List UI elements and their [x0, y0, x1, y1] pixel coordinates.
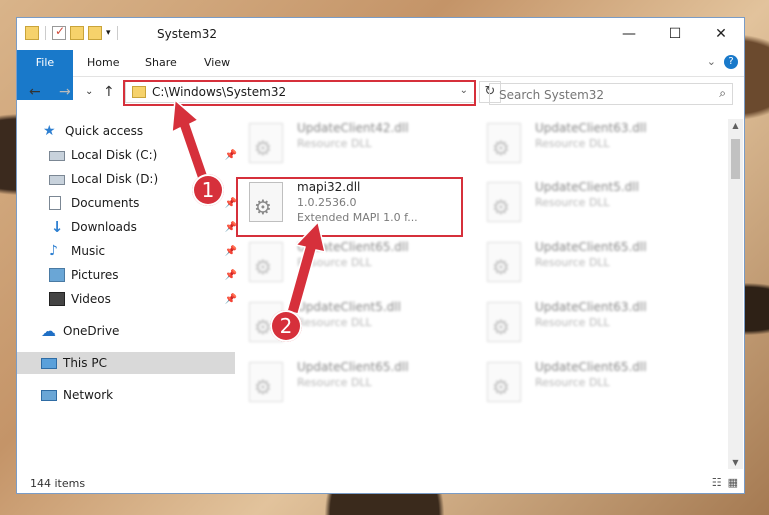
- step-1-badge: 1: [192, 174, 224, 206]
- arrow-to-file: [286, 220, 327, 315]
- annotation-arrows: [171, 98, 327, 315]
- arrow-to-address-bar: [171, 98, 211, 187]
- step-2-badge: 2: [270, 310, 302, 342]
